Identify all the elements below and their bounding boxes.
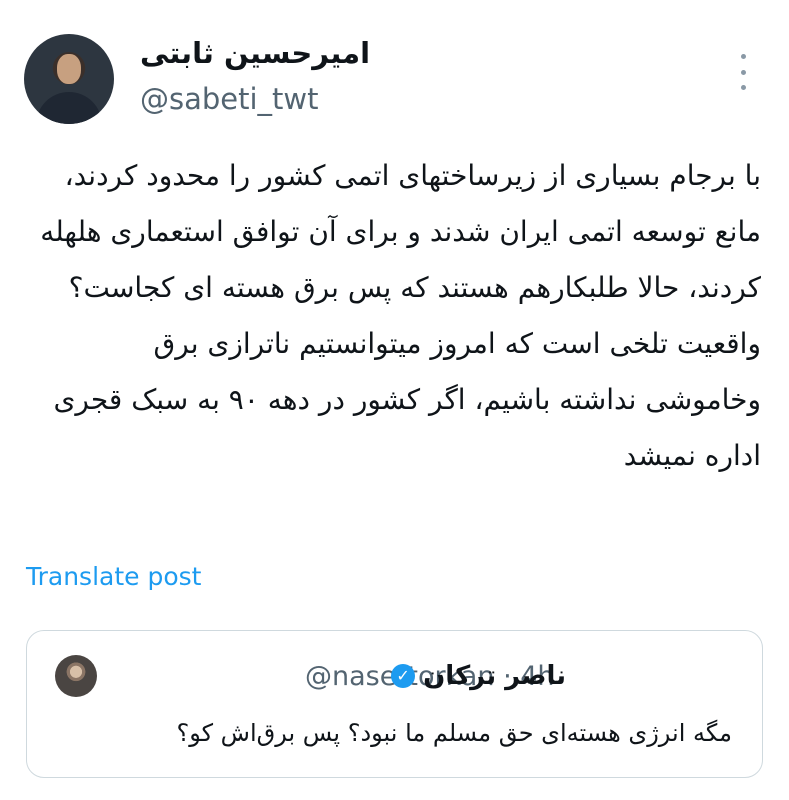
post-paragraph: با برجام بسیاری از زیرساختهای اتمی کشور … bbox=[40, 159, 761, 304]
quoted-author-name: ناصر ترکان bbox=[423, 661, 566, 691]
dot bbox=[740, 69, 746, 75]
dot bbox=[740, 85, 746, 90]
author-handle[interactable]: @sabeti_twt bbox=[140, 82, 319, 116]
quoted-post-card[interactable]: @nasertorkan · 4h ناصر ترکان ✓ مگه انرژی… bbox=[26, 630, 763, 778]
dot bbox=[740, 54, 746, 59]
post-paragraph: واقعیت تلخی است که امروز میتوانستیم ناتر… bbox=[53, 327, 761, 472]
author-name[interactable]: امیرحسین ثابتی bbox=[140, 36, 370, 70]
quoted-author-header: ناصر ترکان ✓ bbox=[391, 661, 566, 691]
quoted-post-text: مگه انرژی هسته‌ای حق مسلم ما نبود؟ پس بر… bbox=[176, 719, 732, 747]
translate-post-link[interactable]: Translate post bbox=[26, 562, 201, 591]
author-avatar[interactable] bbox=[24, 34, 114, 124]
verified-badge-icon: ✓ bbox=[391, 664, 416, 688]
post-text: با برجام بسیاری از زیرساختهای اتمی کشور … bbox=[30, 148, 761, 484]
avatar-face bbox=[57, 54, 81, 84]
quoted-author-avatar bbox=[55, 655, 97, 697]
avatar-shoulders bbox=[36, 92, 102, 124]
more-options-icon[interactable] bbox=[731, 54, 755, 90]
